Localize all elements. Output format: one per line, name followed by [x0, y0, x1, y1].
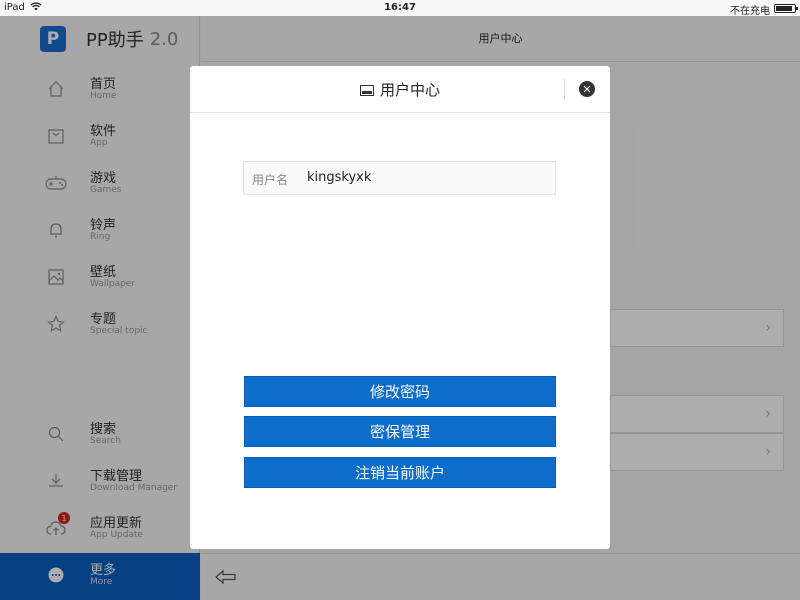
status-time: 16:47: [384, 2, 416, 13]
security-question-button[interactable]: 密保管理: [244, 416, 556, 447]
close-icon[interactable]: ✕: [579, 81, 595, 97]
user-card-icon: [359, 85, 374, 96]
status-bar: iPad 16:47 不在充电: [0, 0, 800, 17]
user-center-dialog: 用户中心 ✕ 用户名 kingskyxk 修改密码 密保管理 注销当前账户: [190, 66, 610, 549]
change-password-button[interactable]: 修改密码: [244, 376, 556, 407]
charging-status: 不在充电: [730, 6, 770, 17]
username-label: 用户名: [252, 173, 289, 187]
username-field: 用户名 kingskyxk: [243, 161, 556, 195]
dialog-title: 用户中心: [379, 81, 440, 99]
battery-icon: [774, 4, 798, 13]
dialog-header: 用户中心 ✕: [190, 66, 610, 113]
logout-button[interactable]: 注销当前账户: [244, 457, 556, 488]
username-value: kingskyxk: [307, 170, 372, 185]
header-divider: [564, 79, 565, 99]
